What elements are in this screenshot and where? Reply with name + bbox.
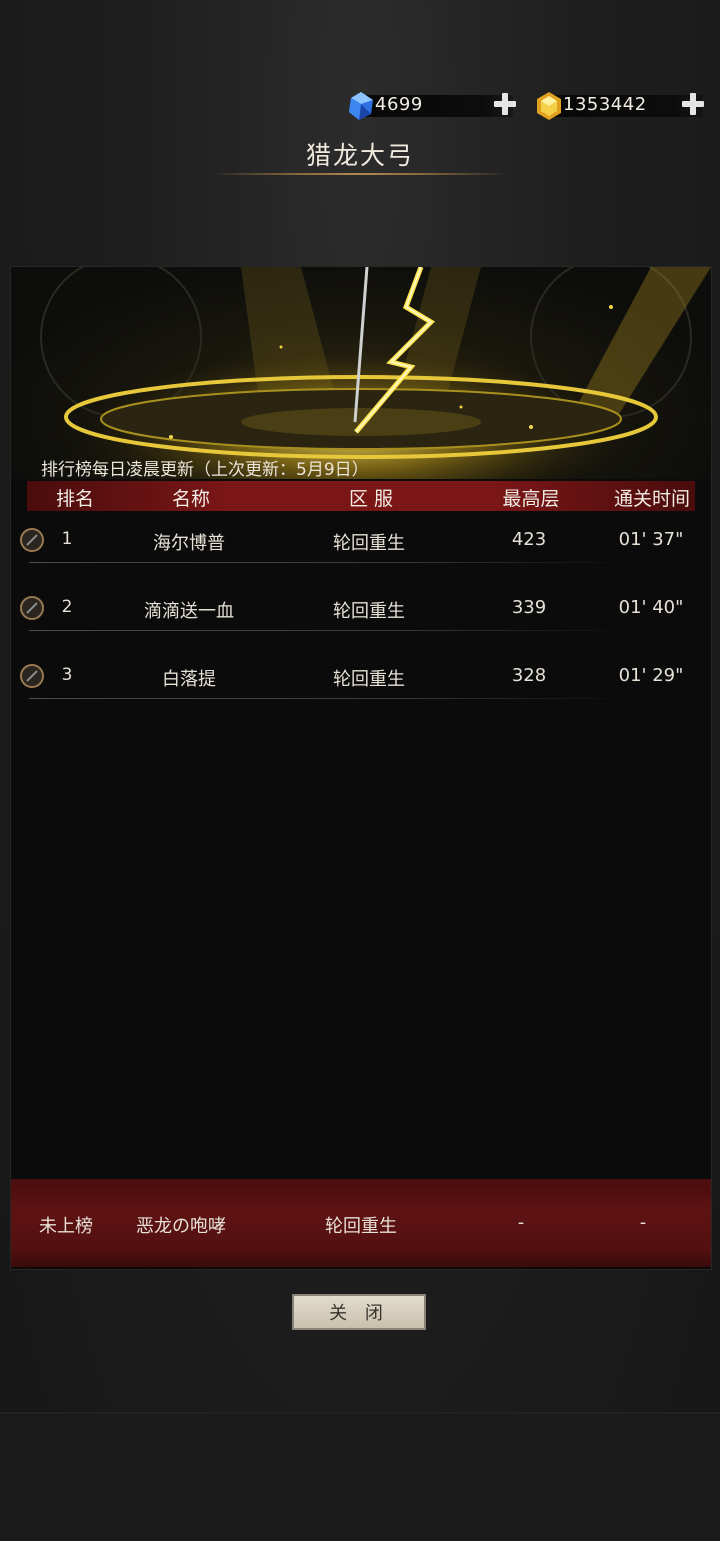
table-row[interactable]: 2 滴滴送一血 轮回重生 339 01' 40"	[19, 585, 695, 631]
gold-currency: 1353442	[533, 90, 713, 120]
leaderboard-screen: 4699 1353442 猎龙大弓 排行榜每日凌晨更新（上次更新：5月9日） 排…	[0, 0, 720, 1541]
update-note: 排行榜每日凌晨更新（上次更新：5月9日）	[41, 460, 369, 479]
diamond-currency: 4699	[345, 90, 520, 120]
blue-diamond-icon	[349, 92, 373, 120]
add-gold-button[interactable]	[681, 92, 705, 116]
row-floor: 339	[511, 597, 547, 618]
table-header: 排名 名称 区 服 最高层 通关时间	[27, 481, 695, 511]
header-rank: 排名	[55, 488, 95, 510]
title-divider	[210, 173, 510, 175]
leaderboard-panel: 排行榜每日凌晨更新（上次更新：5月9日） 排名 名称 区 服 最高层 通关时间 …	[10, 266, 712, 1270]
row-server: 轮回重生	[333, 669, 405, 690]
row-rank: 1	[61, 529, 73, 549]
my-rank: 未上榜	[39, 1216, 93, 1237]
header-floor: 最高层	[502, 488, 560, 510]
row-server: 轮回重生	[333, 533, 405, 554]
row-time: 01' 29"	[618, 665, 684, 686]
row-name: 海尔博普	[153, 533, 225, 554]
row-floor: 328	[511, 665, 547, 686]
gold-value: 1353442	[563, 94, 647, 115]
my-server: 轮回重生	[325, 1216, 397, 1237]
row-name: 白落提	[162, 669, 216, 690]
gold-crystal-icon	[537, 92, 561, 120]
bow-banner-image: 排行榜每日凌晨更新（上次更新：5月9日）	[11, 267, 711, 479]
close-button[interactable]: 关 闭	[292, 1294, 426, 1330]
bottom-background	[0, 1412, 720, 1541]
rank-medal-icon	[20, 664, 44, 688]
row-name: 滴滴送一血	[144, 601, 234, 622]
diamond-value: 4699	[375, 94, 423, 115]
row-rank: 2	[61, 597, 73, 617]
table-row[interactable]: 1 海尔博普 轮回重生 423 01' 37"	[19, 517, 695, 563]
row-time: 01' 40"	[618, 597, 684, 618]
header-server: 区 服	[348, 488, 394, 510]
row-time: 01' 37"	[618, 529, 684, 550]
row-divider	[29, 562, 629, 563]
row-rank: 3	[61, 665, 73, 685]
my-name: 恶龙の咆哮	[136, 1216, 226, 1237]
my-floor: -	[517, 1212, 525, 1233]
row-floor: 423	[511, 529, 547, 550]
rank-medal-icon	[20, 596, 44, 620]
table-row[interactable]: 3 白落提 轮回重生 328 01' 29"	[19, 653, 695, 699]
row-divider	[29, 698, 629, 699]
add-diamond-button[interactable]	[493, 92, 517, 116]
row-divider	[29, 630, 629, 631]
page-title: 猎龙大弓	[305, 141, 414, 170]
lightning-altar-illustration	[40, 267, 711, 479]
my-time: -	[639, 1212, 647, 1233]
header-time: 通关时间	[613, 488, 691, 510]
rank-medal-icon	[20, 528, 44, 552]
my-rank-row: 未上榜 恶龙の咆哮 轮回重生 - -	[11, 1179, 711, 1267]
row-server: 轮回重生	[333, 601, 405, 622]
header-name: 名称	[171, 488, 211, 510]
